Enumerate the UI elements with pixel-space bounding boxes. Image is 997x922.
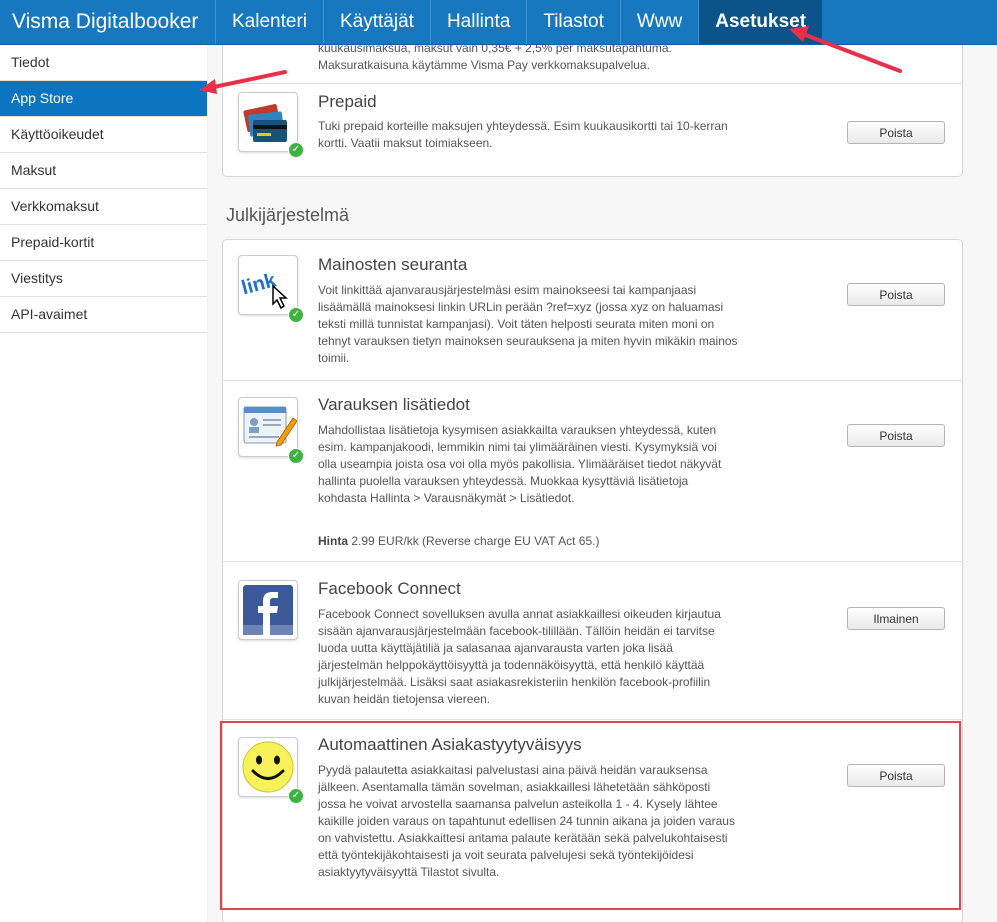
- app-description: Tuki prepaid korteille maksujen yhteydes…: [318, 119, 728, 150]
- app-title: Varauksen lisätiedot: [318, 395, 470, 414]
- app-title: Mainosten seuranta: [318, 255, 468, 274]
- sidebar-item-verkkomaksut[interactable]: Verkkomaksut: [0, 189, 207, 225]
- price-row: Hinta 2.99 EUR/kk (Reverse charge EU VAT…: [318, 534, 600, 548]
- remove-button[interactable]: Poista: [847, 121, 945, 144]
- app-title: Prepaid: [318, 92, 377, 111]
- app-description: Voit linkittää ajanvarausjärjestelmäsi e…: [318, 283, 738, 365]
- annotation-highlight-box: [220, 721, 961, 910]
- app-item-prepaid: ✓ Prepaid Tuki prepaid korteille maksuje…: [223, 83, 962, 176]
- installed-check-icon: ✓: [288, 448, 304, 464]
- remove-button[interactable]: Poista: [847, 424, 945, 447]
- nav-kalenteri[interactable]: Kalenteri: [215, 0, 323, 44]
- app-item-facebook-connect: Facebook Connect Facebook Connect sovell…: [223, 561, 962, 720]
- sidebar-item-app-store[interactable]: App Store: [0, 81, 207, 117]
- sidebar-item-kayttooikeudet[interactable]: Käyttöoikeudet: [0, 117, 207, 153]
- facebook-icon: [238, 580, 298, 640]
- sidebar-item-prepaid-kortit[interactable]: Prepaid-kortit: [0, 225, 207, 261]
- link-cursor-icon: link: [238, 255, 298, 315]
- sidebar-item-viestitys[interactable]: Viestitys: [0, 261, 207, 297]
- app-item-varauksen-lisatiedot: ✓ Varauksen lisätiedot Mahdollistaa lisä…: [223, 380, 962, 562]
- brand-logo[interactable]: Visma Digitalbooker: [12, 0, 198, 44]
- app-item-mainosten-seuranta: link ✓ Mainosten seuranta Voit linkittää…: [223, 240, 962, 380]
- sidebar-item-maksut[interactable]: Maksut: [0, 153, 207, 189]
- app-title: Facebook Connect: [318, 579, 461, 598]
- installed-check-icon: ✓: [288, 142, 304, 158]
- sidebar-item-api-avaimet[interactable]: API-avaimet: [0, 297, 207, 333]
- app-description: Facebook Connect sovelluksen avulla anna…: [318, 607, 721, 706]
- nav-hallinta[interactable]: Hallinta: [429, 0, 526, 44]
- main-content: kuukausimaksua, maksut vain 0,35€ + 2,5%…: [208, 45, 997, 922]
- nav-www[interactable]: Www: [619, 0, 698, 44]
- form-pencil-icon: [238, 397, 298, 457]
- section-heading: Julkijärjestelmä: [226, 205, 350, 225]
- installed-check-icon: ✓: [288, 307, 304, 323]
- nav-kayttajat[interactable]: Käyttäjät: [323, 0, 430, 44]
- partial-description: kuukausimaksua, maksut vain 0,35€ + 2,5%…: [318, 45, 672, 72]
- sidebar: Tiedot App Store Käyttöoikeudet Maksut V…: [0, 45, 208, 922]
- annotation-arrow-asetukset: [789, 26, 902, 73]
- free-button[interactable]: Ilmainen: [847, 607, 945, 630]
- nav-tilastot[interactable]: Tilastot: [526, 0, 620, 44]
- sidebar-item-tiedot[interactable]: Tiedot: [0, 45, 207, 81]
- app-description: Mahdollistaa lisätietoja kysymisen asiak…: [318, 423, 722, 505]
- main-nav: Kalenteri Käyttäjät Hallinta Tilastot Ww…: [215, 0, 823, 44]
- annotation-arrow-app-store: [199, 70, 287, 94]
- credit-cards-icon: [238, 92, 298, 152]
- remove-button[interactable]: Poista: [847, 283, 945, 306]
